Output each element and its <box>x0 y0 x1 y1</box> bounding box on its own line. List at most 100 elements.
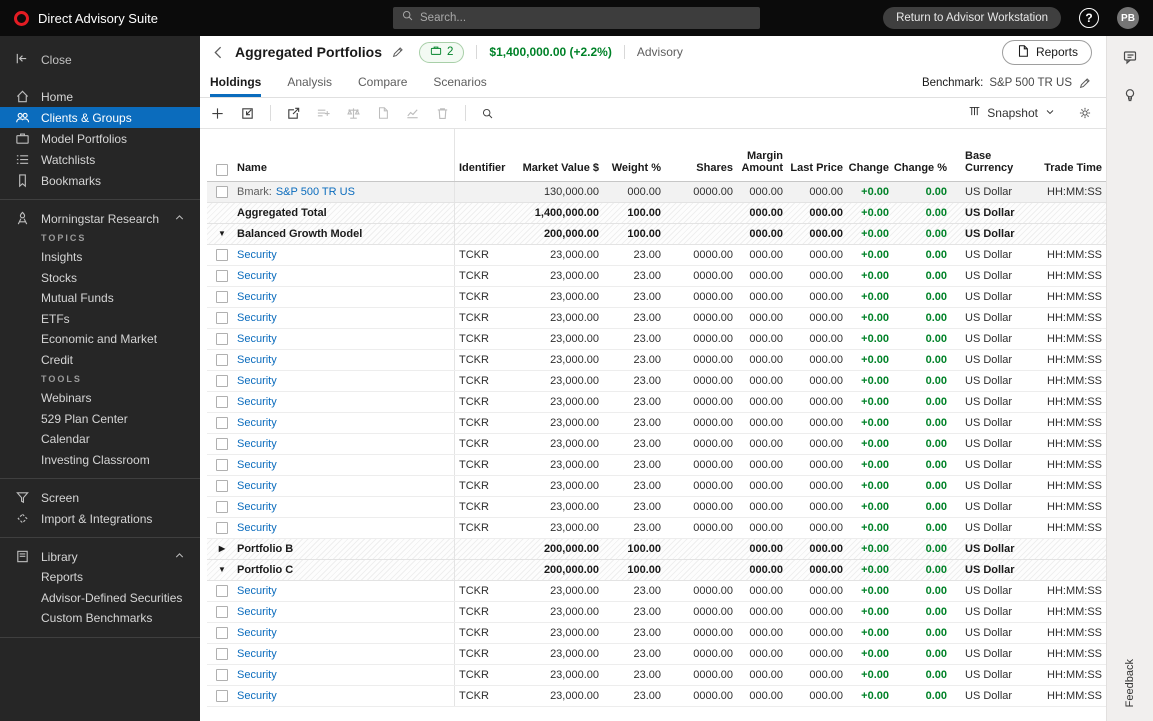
row-checkbox[interactable] <box>216 375 228 387</box>
table-row-security[interactable]: Security TCKR 23,000.00 23.00 0000.00 000.00 0… <box>207 686 1106 707</box>
table-row-security[interactable]: Security TCKR 23,000.00 23.00 0000.00 000.00 0… <box>207 665 1106 686</box>
security-link[interactable]: Security <box>237 501 281 513</box>
sidebar-item-stocks[interactable]: Stocks <box>0 268 200 289</box>
table-row-security[interactable]: Security TCKR 23,000.00 23.00 0000.00 000.00 0… <box>207 476 1106 497</box>
table-row-security[interactable]: Security TCKR 23,000.00 23.00 0000.00 000.00 0… <box>207 518 1106 539</box>
sidebar-item-custom-benchmarks[interactable]: Custom Benchmarks <box>0 608 200 629</box>
sidebar-item-credit[interactable]: Credit <box>0 350 200 371</box>
row-checkbox[interactable] <box>216 585 228 597</box>
table-row-security[interactable]: Security TCKR 23,000.00 23.00 0000.00 000.00 0… <box>207 245 1106 266</box>
lightbulb-icon[interactable] <box>1122 87 1138 108</box>
sidebar-item-home[interactable]: Home <box>0 86 200 107</box>
security-link[interactable]: Security <box>237 606 281 618</box>
table-row-security[interactable]: Security TCKR 23,000.00 23.00 0000.00 000.00 0… <box>207 413 1106 434</box>
table-row-security[interactable]: Security TCKR 23,000.00 23.00 0000.00 000.00 0… <box>207 434 1106 455</box>
row-checkbox[interactable] <box>216 417 228 429</box>
security-link[interactable]: Security <box>237 270 281 282</box>
row-checkbox[interactable] <box>216 438 228 450</box>
security-link[interactable]: Security <box>237 396 281 408</box>
edit-benchmark-icon[interactable] <box>1078 76 1092 90</box>
gear-icon[interactable] <box>1078 106 1092 120</box>
sidebar-item-watchlists[interactable]: Watchlists <box>0 149 200 170</box>
sidebar-item-advisor-defined-securities[interactable]: Advisor-Defined Securities <box>0 588 200 609</box>
comments-icon[interactable] <box>1122 49 1138 70</box>
security-link[interactable]: Security <box>237 291 281 303</box>
security-link[interactable]: Security <box>237 627 281 639</box>
row-checkbox[interactable] <box>216 669 228 681</box>
add-to-list-button[interactable] <box>316 106 331 121</box>
table-row-security[interactable]: Security TCKR 23,000.00 23.00 0000.00 000.00 0… <box>207 623 1106 644</box>
security-link[interactable]: Security <box>237 249 281 261</box>
tab-compare[interactable]: Compare <box>358 68 407 97</box>
security-link[interactable]: Security <box>237 648 281 660</box>
reports-button[interactable]: Reports <box>1001 39 1092 65</box>
tab-holdings[interactable]: Holdings <box>210 68 262 97</box>
expand-group-icon[interactable]: ▶ <box>219 545 225 553</box>
row-checkbox[interactable] <box>216 291 228 303</box>
sidebar-item-clients-groups[interactable]: Clients & Groups <box>0 107 200 128</box>
snapshot-view-selector[interactable]: Snapshot <box>968 105 1056 121</box>
add-button[interactable] <box>210 106 225 121</box>
report-button[interactable] <box>376 106 390 120</box>
table-row-security[interactable]: Security TCKR 23,000.00 23.00 0000.00 000.00 0… <box>207 392 1106 413</box>
export-button[interactable] <box>286 106 301 121</box>
row-checkbox[interactable] <box>216 186 228 198</box>
sidebar-item-calendar[interactable]: Calendar <box>0 429 200 450</box>
table-row-security[interactable]: Security TCKR 23,000.00 23.00 0000.00 000.00 0… <box>207 266 1106 287</box>
row-checkbox[interactable] <box>216 648 228 660</box>
sidebar-item-model-portfolios[interactable]: Model Portfolios <box>0 128 200 149</box>
sidebar-item-reports[interactable]: Reports <box>0 567 200 588</box>
global-search[interactable] <box>393 7 760 29</box>
row-checkbox[interactable] <box>216 606 228 618</box>
security-link[interactable]: Security <box>237 585 281 597</box>
return-to-workstation-button[interactable]: Return to Advisor Workstation <box>883 7 1061 29</box>
row-checkbox[interactable] <box>216 501 228 513</box>
tab-scenarios[interactable]: Scenarios <box>433 68 486 97</box>
sidebar-item-529-plan-center[interactable]: 529 Plan Center <box>0 409 200 430</box>
table-row-security[interactable]: Security TCKR 23,000.00 23.00 0000.00 000.00 0… <box>207 602 1106 623</box>
sidebar-item-mutual-funds[interactable]: Mutual Funds <box>0 288 200 309</box>
table-row-security[interactable]: Security TCKR 23,000.00 23.00 0000.00 000.00 0… <box>207 455 1106 476</box>
table-row-portfolio-c[interactable]: ▼ Portfolio C 200,000.00 100.00 000.00 000.00… <box>207 560 1106 581</box>
delete-button[interactable] <box>435 106 450 121</box>
table-row-security[interactable]: Security TCKR 23,000.00 23.00 0000.00 000.00 0… <box>207 329 1106 350</box>
row-checkbox[interactable] <box>216 396 228 408</box>
row-checkbox[interactable] <box>216 522 228 534</box>
benchmark-link[interactable]: S&P 500 TR US <box>276 186 355 198</box>
security-link[interactable]: Security <box>237 459 281 471</box>
security-link[interactable]: Security <box>237 354 281 366</box>
feedback-tab[interactable]: Feedback <box>1124 659 1136 707</box>
security-link[interactable]: Security <box>237 669 281 681</box>
table-row-s-p-500-tr-us[interactable]: Bmark: S&P 500 TR US 130,000.00 000.00 0000… <box>207 182 1106 203</box>
rebalance-button[interactable] <box>346 106 361 121</box>
select-all-checkbox[interactable] <box>216 164 228 176</box>
sidebar-item-screen[interactable]: Screen <box>0 487 200 508</box>
global-search-input[interactable] <box>420 12 740 24</box>
security-link[interactable]: Security <box>237 480 281 492</box>
sidebar-item-morningstar-research[interactable]: Morningstar Research <box>0 208 200 229</box>
collapse-group-icon[interactable]: ▼ <box>218 230 226 238</box>
table-row-portfolio-b[interactable]: ▶ Portfolio B 200,000.00 100.00 000.00 000.00… <box>207 539 1106 560</box>
row-checkbox[interactable] <box>216 627 228 639</box>
row-checkbox[interactable] <box>216 270 228 282</box>
table-row-security[interactable]: Security TCKR 23,000.00 23.00 0000.00 000.00 0… <box>207 308 1106 329</box>
sidebar-item-library[interactable]: Library <box>0 546 200 567</box>
table-row-security[interactable]: Security TCKR 23,000.00 23.00 0000.00 000.00 0… <box>207 287 1106 308</box>
sidebar-close-button[interactable]: Close <box>0 36 200 70</box>
sidebar-item-etfs[interactable]: ETFs <box>0 309 200 330</box>
row-checkbox[interactable] <box>216 459 228 471</box>
table-row-security[interactable]: Security TCKR 23,000.00 23.00 0000.00 000.00 0… <box>207 350 1106 371</box>
security-link[interactable]: Security <box>237 690 281 702</box>
row-checkbox[interactable] <box>216 690 228 702</box>
portfolio-count-badge[interactable]: 2 <box>419 41 465 63</box>
chart-button[interactable] <box>405 106 420 121</box>
sidebar-item-insights[interactable]: Insights <box>0 247 200 268</box>
search-button[interactable] <box>481 107 494 120</box>
edit-title-icon[interactable] <box>391 45 405 59</box>
table-row-aggregated-total[interactable]: Aggregated Total 1,400,000.00 100.00 000.00… <box>207 203 1106 224</box>
security-link[interactable]: Security <box>237 438 281 450</box>
row-checkbox[interactable] <box>216 480 228 492</box>
security-link[interactable]: Security <box>237 312 281 324</box>
security-link[interactable]: Security <box>237 375 281 387</box>
table-row-security[interactable]: Security TCKR 23,000.00 23.00 0000.00 000.00 0… <box>207 581 1106 602</box>
